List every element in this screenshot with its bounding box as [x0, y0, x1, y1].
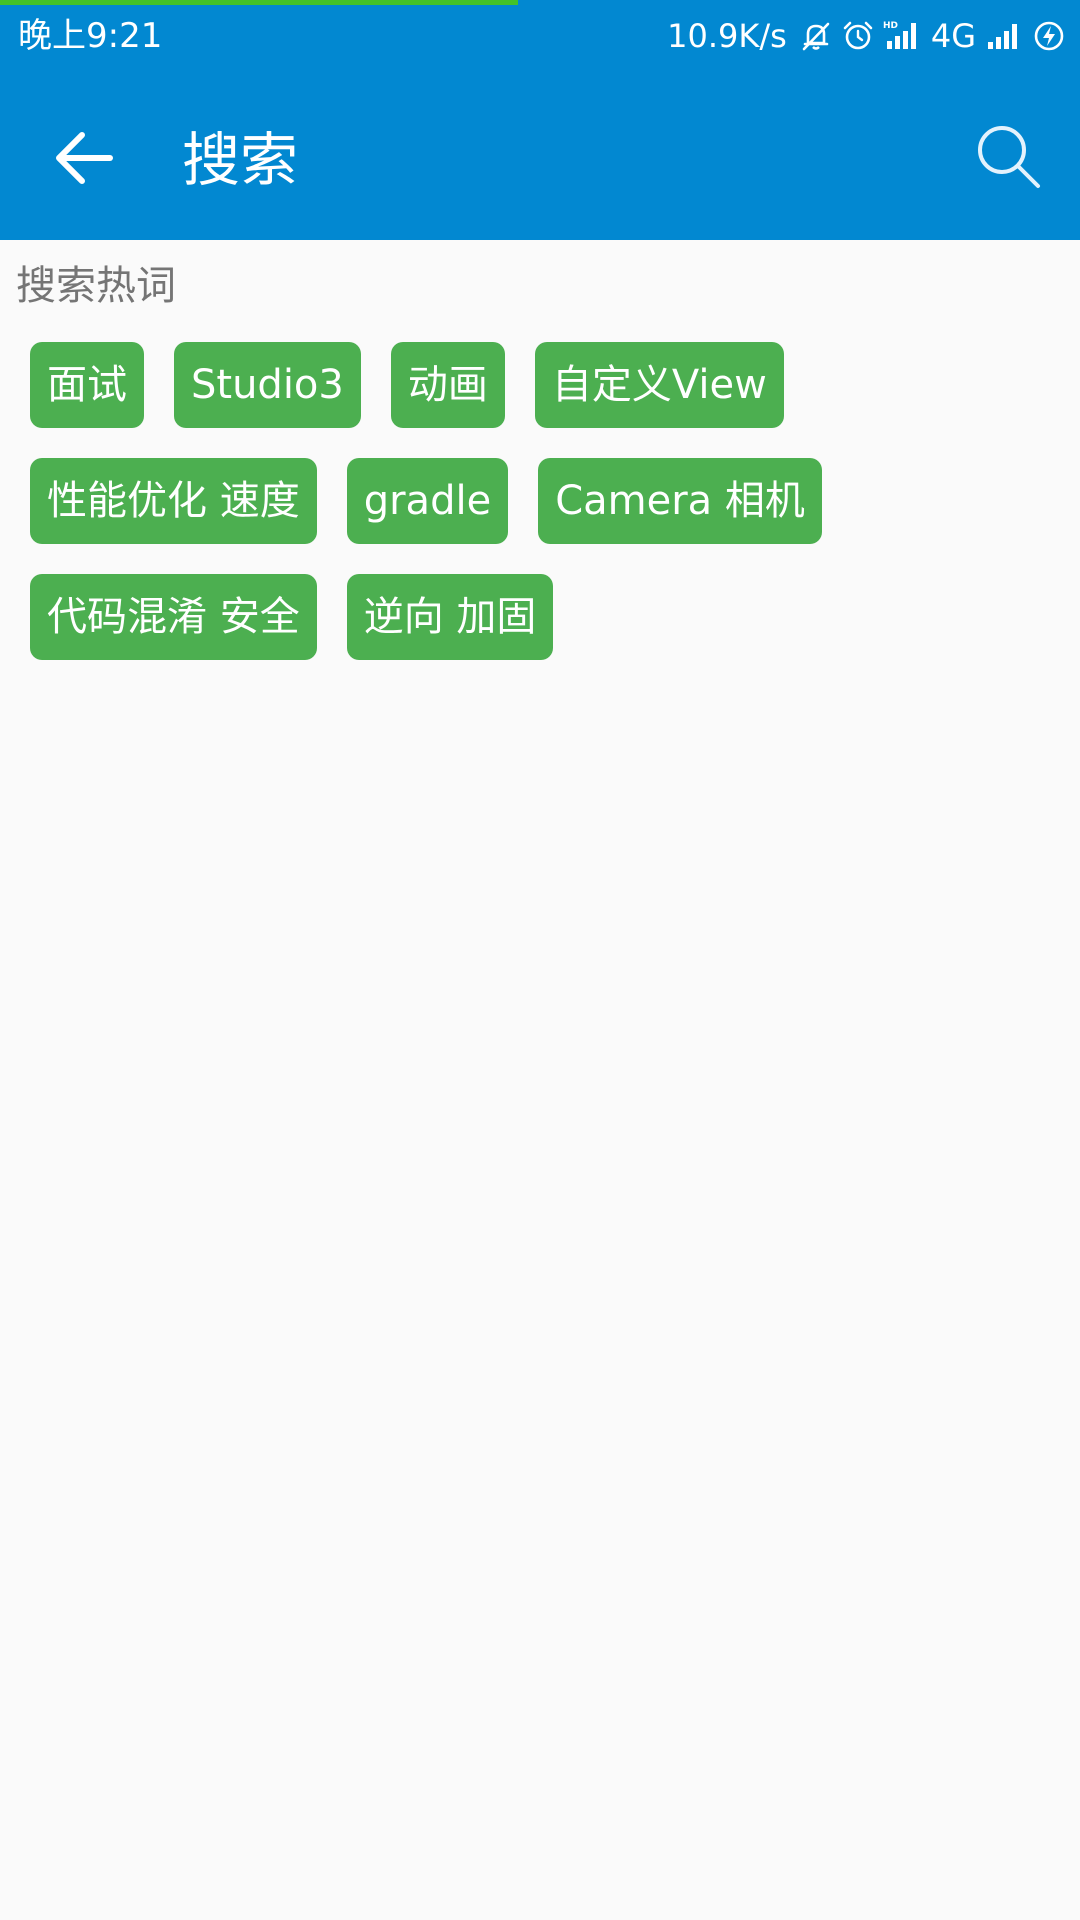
signal-icon [984, 19, 1024, 53]
status-time: 晚上9:21 [18, 16, 163, 56]
hot-words-tags: 面试 Studio3 动画 自定义View 性能优化 速度 gradle Cam… [30, 342, 1060, 660]
mute-bell-icon [799, 19, 833, 53]
search-button[interactable] [964, 114, 1052, 202]
status-icons: 10.9K/s HD 4G [667, 14, 1066, 58]
hot-words-title: 搜索热词 [16, 263, 176, 309]
network-speed: 10.9K/s [667, 17, 787, 55]
back-button[interactable] [42, 118, 126, 202]
hot-word-tag[interactable]: 自定义View [534, 342, 784, 428]
page-title: 搜索 [182, 126, 299, 194]
charging-battery-icon [1032, 19, 1066, 53]
hot-word-tag[interactable]: Camera 相机 [538, 458, 822, 544]
hot-word-tag[interactable]: gradle [346, 458, 509, 544]
status-bar: 晚上9:21 10.9K/s HD 4G [0, 0, 1080, 74]
network-type: 4G [930, 17, 976, 55]
hd-signal-icon: HD [883, 19, 923, 53]
page-load-progress-bar [0, 0, 1080, 5]
hot-word-tag[interactable]: 逆向 加固 [346, 574, 554, 660]
main-content: 搜索热词 面试 Studio3 动画 自定义View 性能优化 速度 gradl… [0, 240, 1080, 1920]
search-icon [974, 122, 1042, 194]
arrow-left-icon [52, 126, 116, 194]
hot-word-tag[interactable]: 性能优化 速度 [30, 458, 317, 544]
hot-word-tag[interactable]: 代码混淆 安全 [30, 574, 317, 660]
app-bar: 搜索 [0, 74, 1080, 240]
alarm-clock-icon [841, 19, 875, 53]
page-load-progress-fill [0, 0, 519, 5]
hot-word-tag[interactable]: Studio3 [174, 342, 361, 428]
hot-word-tag[interactable]: 动画 [390, 342, 505, 428]
hot-word-tag[interactable]: 面试 [30, 342, 144, 428]
svg-text:HD: HD [883, 21, 898, 31]
